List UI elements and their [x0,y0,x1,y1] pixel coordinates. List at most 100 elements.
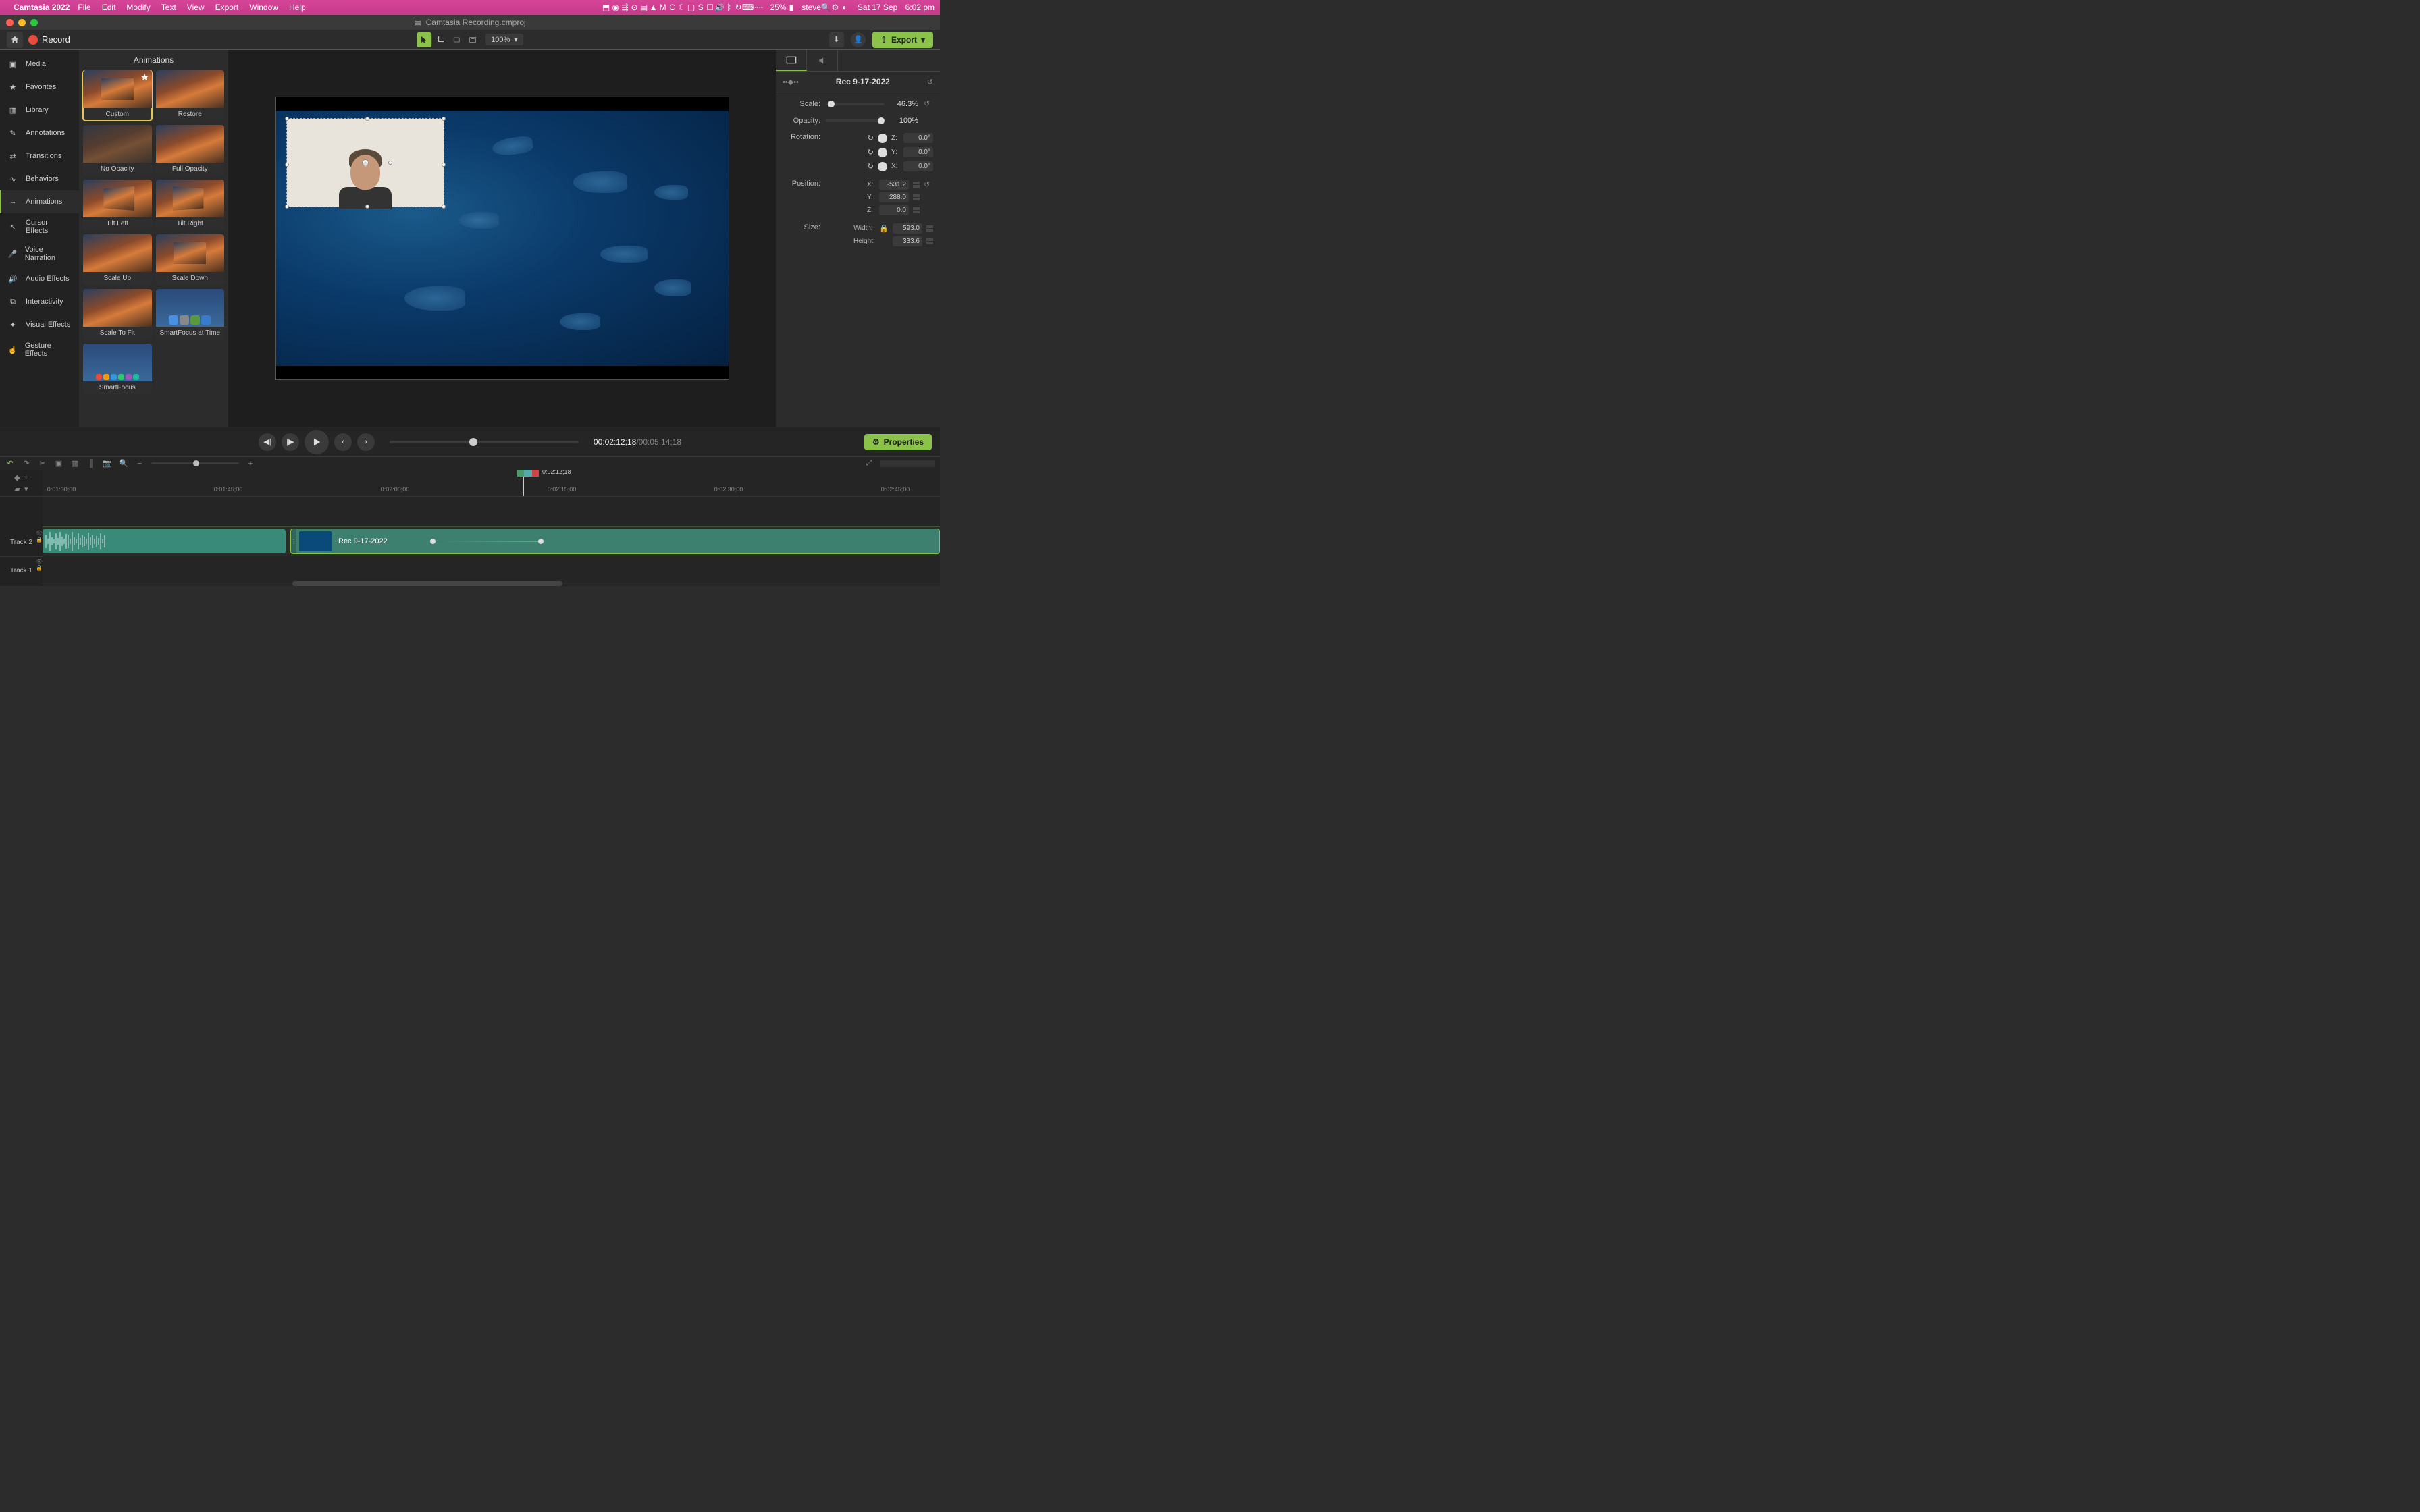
m-icon[interactable]: M [658,3,668,12]
scale-slider[interactable] [826,103,885,105]
affinity-icon[interactable]: ▲ [649,3,658,12]
rotate-x-icon[interactable]: ↻ [868,162,874,171]
s-icon[interactable]: S [696,3,706,12]
anim-no-opacity[interactable]: No Opacity [83,125,152,176]
export-button[interactable]: ⇧ Export ▾ [872,32,933,48]
display-icon[interactable]: ⧠ [706,3,715,12]
lock-icon[interactable]: 🔒 [36,537,41,542]
hand-tool[interactable] [449,32,464,47]
account-button[interactable]: 👤 [851,32,866,47]
bluetooth-icon[interactable]: ᛒ [725,3,734,12]
rail-gesture-effects[interactable]: ☝Gesture Effects [0,336,79,363]
menu-export[interactable]: Export [215,3,239,12]
spotlight-icon[interactable]: 🔍 [821,3,831,12]
clock[interactable]: Sat 17 Sep 6:02 pm [858,3,935,12]
scrubber[interactable] [390,441,579,443]
width-input[interactable]: 593.0 [893,223,922,234]
play-button[interactable] [305,430,329,454]
prev-clip-button[interactable]: ◀︎| [259,433,276,451]
download-button[interactable]: ⬇ [829,32,844,47]
canvas[interactable]: ✥ [276,97,729,379]
timeline-ruler[interactable]: 0:01:30;00 0:01:45;00 0:02:00;00 0:02:15… [43,470,940,497]
rail-voice-narration[interactable]: 🎤Voice Narration [0,240,79,267]
zoom-level[interactable]: 100%▾ [485,34,523,45]
menu-file[interactable]: File [78,3,90,12]
timeline-zoom-slider[interactable] [151,462,239,464]
rotate-y-icon[interactable]: ↻ [868,148,874,157]
reset-icon[interactable]: ↺ [924,180,933,190]
paste-button[interactable]: ▥ [70,459,80,468]
user-menu[interactable]: steve [801,3,821,12]
next-marker-button[interactable]: › [357,433,375,451]
stepper[interactable] [913,182,920,188]
anim-scale-up[interactable]: Scale Up [83,234,152,285]
battery-status[interactable]: 25%▮ [770,3,794,12]
track-1-row[interactable] [43,556,940,584]
playhead[interactable]: 0:02:12;18 [523,470,524,496]
wifi-icon[interactable]: ⬳ [753,3,762,12]
redo-button[interactable]: ↷ [22,459,31,468]
menu-edit[interactable]: Edit [102,3,116,12]
anim-tilt-right[interactable]: Tilt Right [156,180,225,230]
menu-view[interactable]: View [187,3,205,12]
clip-audio[interactable] [43,529,286,554]
properties-button[interactable]: ⚙Properties [864,434,932,450]
record-button[interactable]: Record [28,34,70,45]
position-y-input[interactable]: 288.0 [879,192,909,202]
anim-full-opacity[interactable]: Full Opacity [156,125,225,176]
home-button[interactable] [7,32,23,48]
zoom-fit-icon[interactable]: 🔍 [119,459,128,468]
track-2-row[interactable]: ⋮ Rec 9-17-2022 [43,527,940,556]
moon-icon[interactable]: ☾ [677,3,687,12]
height-input[interactable]: 333.6 [893,236,922,246]
status-icon[interactable]: ◉ [611,3,621,12]
rail-animations[interactable]: →Animations [0,190,79,213]
rotation-dial-x[interactable] [878,162,887,171]
calendar-icon[interactable]: ▢ [687,3,696,12]
stepper[interactable] [926,238,933,244]
favorite-star-icon[interactable]: ★ [140,72,149,83]
collapse-button[interactable]: ▾ [24,485,28,493]
eye-icon[interactable]: 👁 [36,558,41,564]
rail-transitions[interactable]: ⇄Transitions [0,144,79,167]
track-header-1[interactable]: Track 1👁🔒 [0,557,43,585]
rotate-z-icon[interactable]: ↻ [868,134,874,142]
eye-icon[interactable]: 👁 [36,530,41,535]
minimize-window-button[interactable] [18,19,26,26]
props-tab-audio[interactable] [807,50,838,71]
rotation-dial-y[interactable] [878,148,887,157]
anim-smartfocus[interactable]: SmartFocus [83,344,152,394]
cut-button[interactable]: ✂ [38,459,47,468]
anim-smartfocus-at-time[interactable]: SmartFocus at Time [156,289,225,340]
anim-custom[interactable]: ★Custom [83,70,152,121]
undo-button[interactable]: ↶ [5,459,15,468]
detach-timeline-button[interactable]: ⤢ [864,459,874,468]
marker-toggle[interactable]: ◆ [14,473,20,482]
rail-annotations[interactable]: ✎Annotations [0,122,79,144]
timeline-scrollbar[interactable] [292,581,562,586]
anim-tilt-left[interactable]: Tilt Left [83,180,152,230]
rotation-y-input[interactable]: 0.0° [903,147,933,157]
volume-icon[interactable]: 🔊 [715,3,725,12]
position-z-input[interactable]: 0.0 [879,205,909,215]
rail-favorites[interactable]: ★Favorites [0,76,79,99]
menu-text[interactable]: Text [161,3,176,12]
timeline-minimap[interactable] [880,460,935,467]
rotation-dial-z[interactable] [878,134,887,143]
step-back-button[interactable]: |▶ [282,433,299,451]
quiz-toggle[interactable]: ▰ [15,485,20,493]
track-header-2[interactable]: Track 2👁🔒 [0,529,43,557]
status-icon-2[interactable]: ⇶ [621,3,630,12]
dropbox-icon[interactable]: ⬒ [602,3,611,12]
split-button[interactable]: ║ [86,459,96,468]
app-name[interactable]: Camtasia 2022 [14,3,70,12]
prev-marker-button[interactable]: ‹ [334,433,352,451]
siri-icon[interactable]: ◐ [840,3,849,12]
zoom-out-button[interactable]: − [135,459,144,468]
reset-icon[interactable]: ↺ [924,99,933,109]
rail-media[interactable]: ▣Media [0,53,79,76]
menu-window[interactable]: Window [249,3,278,12]
stepper[interactable] [913,207,920,213]
lock-aspect-icon[interactable]: 🔒 [879,224,889,233]
add-marker-button[interactable]: + [24,473,28,482]
